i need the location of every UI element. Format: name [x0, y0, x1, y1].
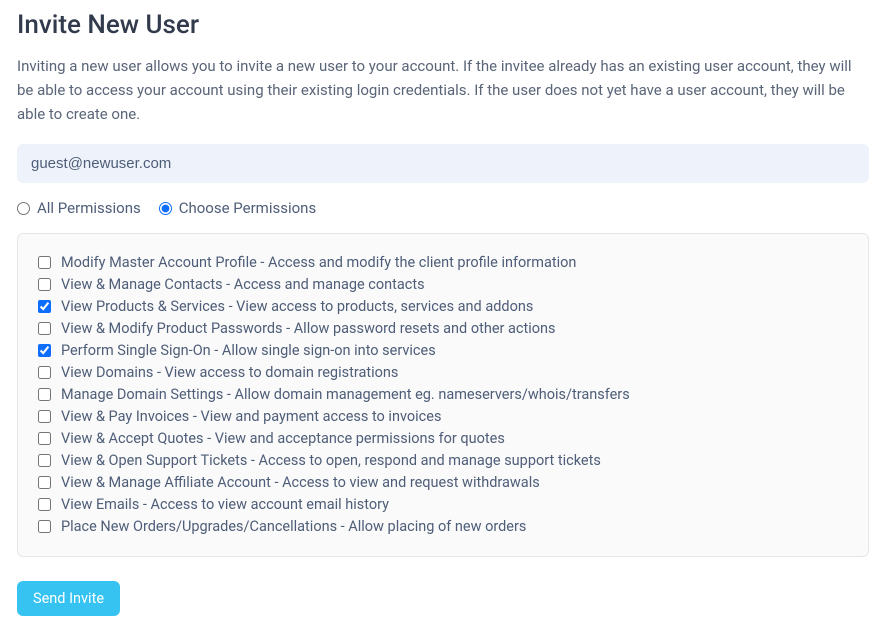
- permission-item: View & Accept Quotes - View and acceptan…: [38, 428, 848, 449]
- permission-item: View & Manage Affiliate Account - Access…: [38, 472, 848, 493]
- permission-item: View Emails - Access to view account ema…: [38, 494, 848, 515]
- permission-label[interactable]: View & Modify Product Passwords - Allow …: [61, 318, 556, 339]
- permission-item: Place New Orders/Upgrades/Cancellations …: [38, 516, 848, 537]
- permission-item: View & Pay Invoices - View and payment a…: [38, 406, 848, 427]
- permission-checkbox[interactable]: [38, 410, 51, 423]
- permission-item: View Domains - View access to domain reg…: [38, 362, 848, 383]
- choose-permissions-radio[interactable]: [159, 202, 172, 215]
- permission-label[interactable]: View Emails - Access to view account ema…: [61, 494, 389, 515]
- permission-checkbox[interactable]: [38, 432, 51, 445]
- permission-label[interactable]: View & Manage Affiliate Account - Access…: [61, 472, 540, 493]
- invite-email-input[interactable]: [17, 144, 869, 183]
- permission-label[interactable]: View & Open Support Tickets - Access to …: [61, 450, 601, 471]
- permission-mode-group: All Permissions Choose Permissions: [17, 199, 869, 217]
- permission-checkbox[interactable]: [38, 344, 51, 357]
- permission-checkbox[interactable]: [38, 366, 51, 379]
- permission-item: View & Modify Product Passwords - Allow …: [38, 318, 848, 339]
- permission-checkbox[interactable]: [38, 498, 51, 511]
- permission-label[interactable]: Perform Single Sign-On - Allow single si…: [61, 340, 436, 361]
- permission-checkbox[interactable]: [38, 256, 51, 269]
- page-description: Inviting a new user allows you to invite…: [17, 54, 869, 126]
- permission-checkbox[interactable]: [38, 278, 51, 291]
- permission-label[interactable]: Place New Orders/Upgrades/Cancellations …: [61, 516, 526, 537]
- permission-label[interactable]: View Domains - View access to domain reg…: [61, 362, 398, 383]
- page-title: Invite New User: [17, 10, 869, 40]
- permission-label[interactable]: View & Manage Contacts - Access and mana…: [61, 274, 425, 295]
- permission-checkbox[interactable]: [38, 300, 51, 313]
- permission-checkbox[interactable]: [38, 388, 51, 401]
- permission-label[interactable]: Manage Domain Settings - Allow domain ma…: [61, 384, 630, 405]
- choose-permissions-option[interactable]: Choose Permissions: [159, 199, 316, 217]
- permission-item: View Products & Services - View access t…: [38, 296, 848, 317]
- permission-checkbox[interactable]: [38, 454, 51, 467]
- send-invite-button[interactable]: Send Invite: [17, 581, 120, 616]
- permission-checkbox[interactable]: [38, 476, 51, 489]
- permission-item: Modify Master Account Profile - Access a…: [38, 252, 848, 273]
- all-permissions-option[interactable]: All Permissions: [17, 199, 141, 217]
- permission-item: Manage Domain Settings - Allow domain ma…: [38, 384, 848, 405]
- permission-label[interactable]: View & Accept Quotes - View and acceptan…: [61, 428, 505, 449]
- permission-label[interactable]: View & Pay Invoices - View and payment a…: [61, 406, 441, 427]
- permission-checkbox[interactable]: [38, 322, 51, 335]
- permission-checkbox[interactable]: [38, 520, 51, 533]
- all-permissions-radio[interactable]: [17, 202, 30, 215]
- permission-item: Perform Single Sign-On - Allow single si…: [38, 340, 848, 361]
- permissions-list: Modify Master Account Profile - Access a…: [17, 233, 869, 557]
- permission-item: View & Open Support Tickets - Access to …: [38, 450, 848, 471]
- all-permissions-label: All Permissions: [37, 199, 141, 217]
- permission-label[interactable]: View Products & Services - View access t…: [61, 296, 533, 317]
- choose-permissions-label: Choose Permissions: [179, 199, 316, 217]
- permission-item: View & Manage Contacts - Access and mana…: [38, 274, 848, 295]
- permission-label[interactable]: Modify Master Account Profile - Access a…: [61, 252, 576, 273]
